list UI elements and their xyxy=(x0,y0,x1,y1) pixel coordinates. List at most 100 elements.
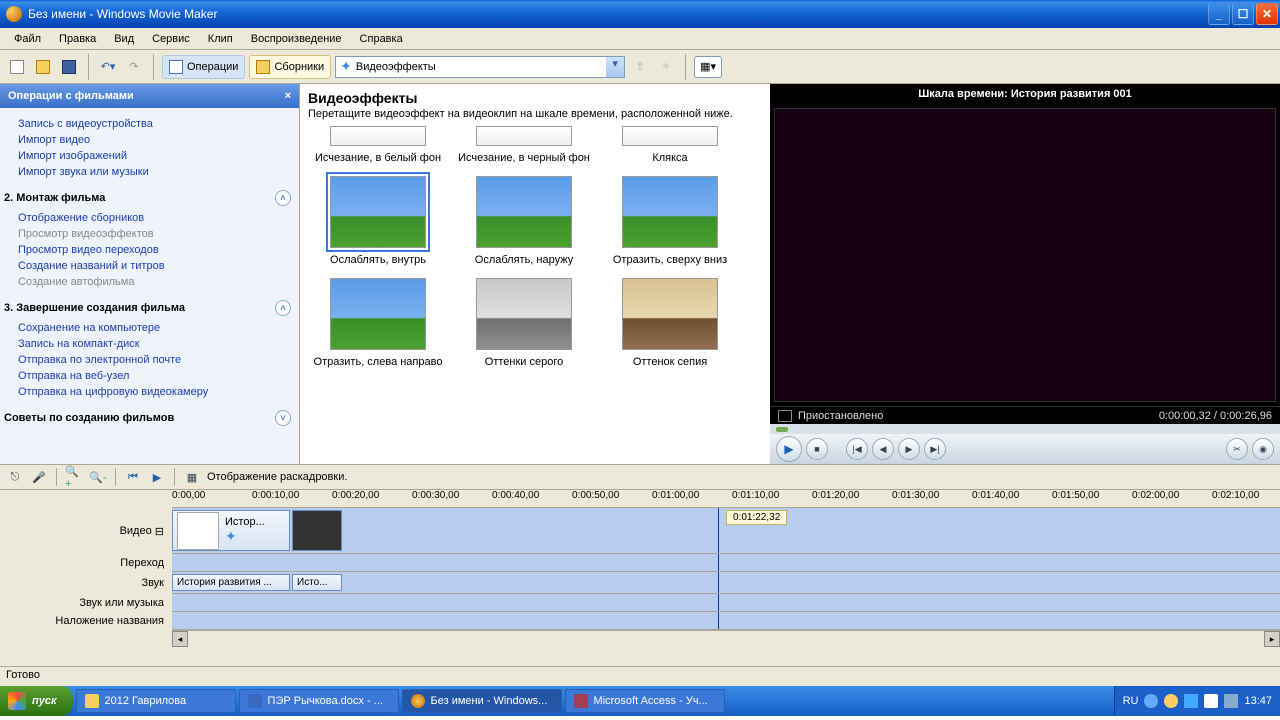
menu-file[interactable]: Файл xyxy=(6,30,49,48)
language-indicator[interactable]: RU xyxy=(1123,695,1139,707)
preview-video[interactable] xyxy=(770,104,1280,406)
task-import-images[interactable]: Импорт изображений xyxy=(4,148,291,164)
view-mode-button[interactable]: ▦▾ xyxy=(694,56,722,78)
prev-frame-button[interactable]: ◀ xyxy=(872,438,894,460)
video-track[interactable]: Истор...✦ 0:01:22,32 xyxy=(172,508,1280,554)
forward-end-button[interactable]: ▶| xyxy=(924,438,946,460)
tasks-panel: Операции с фильмами × Запись с видеоустр… xyxy=(0,84,300,464)
effect-item[interactable]: Ослаблять, наружу xyxy=(454,176,594,266)
volume-icon[interactable] xyxy=(1224,694,1238,708)
task-save-cd[interactable]: Запись на компакт-диск xyxy=(4,336,291,352)
taskbar-item[interactable]: 2012 Гаврилова xyxy=(76,689,236,713)
expand-icon[interactable]: ˅ xyxy=(275,410,291,426)
stop-button[interactable]: ■ xyxy=(806,438,828,460)
audio-clip[interactable]: Исто... xyxy=(292,574,342,591)
task-automovie[interactable]: Создание автофильма xyxy=(4,274,291,290)
open-button[interactable] xyxy=(32,56,54,78)
effect-item[interactable]: Исчезание, в черный фон xyxy=(454,126,594,164)
zoom-in-button[interactable]: 🔍+ xyxy=(65,468,83,486)
seek-bar[interactable] xyxy=(770,424,1280,434)
video-clip[interactable]: Истор...✦ xyxy=(172,510,290,551)
new-button[interactable] xyxy=(6,56,28,78)
video-clip[interactable] xyxy=(292,510,342,551)
zoom-out-button[interactable]: 🔍- xyxy=(89,468,107,486)
play-timeline-button[interactable]: ▶ xyxy=(148,468,166,486)
scroll-left-icon[interactable]: ◂ xyxy=(172,631,188,647)
audio-track[interactable]: История развития ... Исто... xyxy=(172,572,1280,594)
close-button[interactable]: ✕ xyxy=(1256,3,1278,25)
menu-clip[interactable]: Клип xyxy=(200,30,241,48)
effect-item[interactable]: Исчезание, в белый фон xyxy=(308,126,448,164)
undo-button[interactable]: ↶▾ xyxy=(97,56,119,78)
collection-dropdown[interactable]: Видеоэффекты xyxy=(356,61,606,73)
up-folder-button[interactable]: ⇧ xyxy=(629,56,651,78)
storyboard-icon: ▦ xyxy=(183,468,201,486)
window-title: Без имени - Windows Movie Maker xyxy=(26,7,1206,21)
task-send-web[interactable]: Отправка на веб-узел xyxy=(4,368,291,384)
minimize-button[interactable]: _ xyxy=(1208,3,1230,25)
tasks-toggle[interactable]: Операции xyxy=(162,55,245,79)
snapshot-button[interactable]: ◉ xyxy=(1252,438,1274,460)
timeline-set-button[interactable]: ⎋ xyxy=(6,468,24,486)
tray-icon[interactable] xyxy=(1204,694,1218,708)
task-view-transitions[interactable]: Просмотр видео переходов xyxy=(4,242,291,258)
split-button[interactable]: ✂ xyxy=(1226,438,1248,460)
task-save-computer[interactable]: Сохранение на компьютере xyxy=(4,320,291,336)
menu-help[interactable]: Справка xyxy=(352,30,411,48)
taskbar-item[interactable]: Microsoft Access - Уч... xyxy=(565,689,725,713)
tray-icon[interactable] xyxy=(1164,694,1178,708)
redo-button[interactable]: ↷ xyxy=(123,56,145,78)
narrate-button[interactable]: 🎤 xyxy=(30,468,48,486)
section-edit-label: 2. Монтаж фильма xyxy=(4,192,105,204)
taskbar-item-active[interactable]: Без имени - Windows... xyxy=(402,689,562,713)
transition-track[interactable] xyxy=(172,554,1280,572)
playhead[interactable] xyxy=(718,508,719,553)
rewind-timeline-button[interactable]: ⏮ xyxy=(124,468,142,486)
start-button[interactable]: пуск xyxy=(0,686,73,716)
effect-item[interactable]: Клякса xyxy=(600,126,740,164)
folder-icon xyxy=(85,694,99,708)
timeline-scrollbar[interactable]: ◂ ▸ xyxy=(172,630,1280,646)
collections-toggle[interactable]: Сборники xyxy=(249,55,331,79)
menu-view[interactable]: Вид xyxy=(106,30,142,48)
task-send-camera[interactable]: Отправка на цифровую видеокамеру xyxy=(4,384,291,400)
dropdown-arrow-icon[interactable]: ▾ xyxy=(606,57,624,77)
menu-service[interactable]: Сервис xyxy=(144,30,198,48)
scroll-right-icon[interactable]: ▸ xyxy=(1264,631,1280,647)
task-send-email[interactable]: Отправка по электронной почте xyxy=(4,352,291,368)
maximize-button[interactable]: ☐ xyxy=(1232,3,1254,25)
effect-item[interactable]: Оттенок сепия xyxy=(600,278,740,368)
effects-hint: Перетащите видеоэффект на видеоклип на ш… xyxy=(308,106,762,126)
task-capture[interactable]: Запись с видеоустройства xyxy=(4,116,291,132)
time-ruler[interactable]: 0:00,000:00:10,000:00:20,000:00:30,000:0… xyxy=(172,490,1280,508)
tray-icon[interactable] xyxy=(1184,694,1198,708)
rewind-start-button[interactable]: |◀ xyxy=(846,438,868,460)
clock[interactable]: 13:47 xyxy=(1244,695,1272,707)
close-tasks-icon[interactable]: × xyxy=(285,90,291,102)
collapse-icon[interactable]: ˄ xyxy=(275,300,291,316)
task-view-effects[interactable]: Просмотр видеоэффектов xyxy=(4,226,291,242)
windows-taskbar: пуск 2012 Гаврилова ПЭР Рычкова.docx - .… xyxy=(0,686,1280,716)
storyboard-toggle[interactable]: Отображение раскадровки. xyxy=(207,471,347,483)
taskbar-item[interactable]: ПЭР Рычкова.docx - ... xyxy=(239,689,399,713)
title-track[interactable] xyxy=(172,612,1280,630)
task-make-titles[interactable]: Создание названий и титров xyxy=(4,258,291,274)
effect-item[interactable]: Оттенки серого xyxy=(454,278,594,368)
play-button[interactable]: ▶ xyxy=(776,436,802,462)
music-track[interactable] xyxy=(172,594,1280,612)
effect-item[interactable]: Отразить, сверху вниз xyxy=(600,176,740,266)
next-frame-button[interactable]: ▶ xyxy=(898,438,920,460)
task-import-video[interactable]: Импорт видео xyxy=(4,132,291,148)
task-show-collections[interactable]: Отображение сборников xyxy=(4,210,291,226)
tray-icon[interactable] xyxy=(1144,694,1158,708)
effect-item-selected[interactable]: Ослаблять, внутрь xyxy=(308,176,448,266)
menu-edit[interactable]: Правка xyxy=(51,30,104,48)
menu-play[interactable]: Воспроизведение xyxy=(243,30,350,48)
task-import-audio[interactable]: Импорт звука или музыки xyxy=(4,164,291,180)
new-folder-button[interactable]: ✧ xyxy=(655,56,677,78)
audio-clip[interactable]: История развития ... xyxy=(172,574,290,591)
effect-item[interactable]: Отразить, слева направо xyxy=(308,278,448,368)
save-button[interactable] xyxy=(58,56,80,78)
system-tray[interactable]: RU 13:47 xyxy=(1114,686,1280,716)
collapse-icon[interactable]: ˄ xyxy=(275,190,291,206)
